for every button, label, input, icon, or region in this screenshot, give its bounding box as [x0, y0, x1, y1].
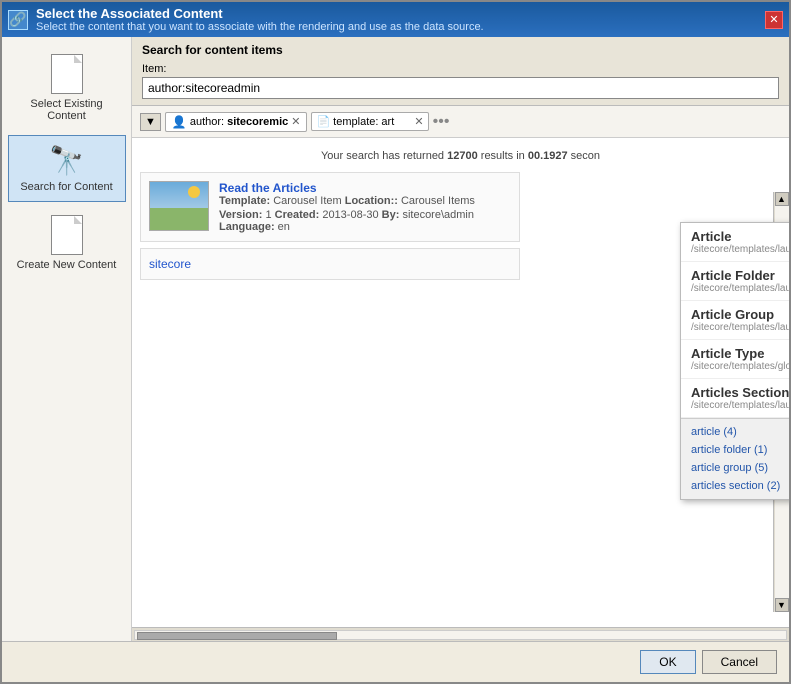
sidebar-item-label-create: Create New Content [17, 259, 117, 271]
ok-button[interactable]: OK [640, 650, 695, 674]
binoculars-icon: 🔭 [49, 144, 84, 177]
filter-dropdown-button[interactable]: ▼ [140, 113, 161, 131]
template-dropdown: Article /sitecore/templates/launch sitec… [680, 222, 789, 500]
main-panel: Search for content items Item: ▼ 👤 autho… [132, 37, 789, 641]
horizontal-scrollbar[interactable] [132, 627, 789, 641]
dropdown-item-articles-section[interactable]: Articles Section /sitecore/templates/lau… [681, 379, 789, 418]
dropdown-item-article-group[interactable]: Article Group /sitecore/templates/launch… [681, 301, 789, 340]
dropdown-item-article-folder[interactable]: Article Folder /sitecore/templates/launc… [681, 262, 789, 301]
main-window: 🔗 Select the Associated Content Select t… [0, 0, 791, 684]
dropdown-item-title-article-type: Article Type [691, 346, 789, 361]
create-new-icon [51, 215, 83, 255]
author-icon: 👤 [172, 115, 187, 129]
dropdown-item-title-article-folder: Article Folder [691, 268, 789, 283]
bottom-bar: OK Cancel [2, 641, 789, 682]
window-subtitle: Select the content that you want to asso… [36, 21, 757, 33]
results-summary: Your search has returned 12700 results i… [140, 150, 781, 162]
window-title: Select the Associated Content [36, 6, 757, 21]
summary-post: secon [568, 150, 600, 162]
sidebar-item-select-existing[interactable]: Select Existing Content [8, 45, 126, 131]
author-tag-close[interactable]: ✕ [291, 115, 300, 128]
dropdown-item-title-article: Article [691, 229, 789, 244]
thumb-ground [150, 208, 208, 230]
dropdown-item-path-article-folder: /sitecore/templates/launch si [691, 283, 789, 294]
scrollbar-thumb[interactable] [137, 632, 337, 640]
sidebar-item-label-select: Select Existing Content [13, 98, 121, 122]
author-value: sitecoremic [227, 116, 288, 128]
select-existing-icon [51, 54, 83, 94]
content-area: Select Existing Content 🔭 Search for Con… [2, 37, 789, 641]
dropdown-item-path-article-type: /sitecore/templates/global/se [691, 361, 789, 372]
result-title-link[interactable]: Read the Articles [219, 181, 317, 195]
result-thumbnail [149, 181, 209, 231]
scroll-down-arrow[interactable]: ▼ [775, 598, 789, 612]
more-options-dots: ••• [433, 113, 450, 131]
template-filter-tag: 📄 template: ✕ [311, 112, 428, 131]
thumb-sun [188, 186, 200, 198]
result-info: Read the Articles Template: Carousel Ite… [219, 181, 511, 233]
author-filter-tag: 👤 author: sitecoremic ✕ [165, 112, 308, 132]
scroll-up-arrow[interactable]: ▲ [775, 192, 789, 206]
dropdown-footer-article-folder[interactable]: article folder (1) [681, 441, 789, 459]
dropdown-footer-articles-section[interactable]: articles section (2) [681, 477, 789, 495]
summary-pre: Your search has returned [321, 150, 447, 162]
item-label: Item: [142, 63, 779, 75]
template-input[interactable] [381, 116, 411, 128]
dropdown-item-path-article-group: /sitecore/templates/launch si [691, 322, 789, 333]
sitecore-link[interactable]: sitecore [149, 257, 191, 271]
results-time: 00.1927 [528, 150, 568, 162]
dropdown-footer: article (4) article folder (1) article g… [681, 418, 789, 499]
dropdown-footer-article[interactable]: article (4) [681, 423, 789, 441]
sidebar-item-search-content[interactable]: 🔭 Search for Content [8, 135, 126, 202]
cancel-button[interactable]: Cancel [702, 650, 777, 674]
template-tag-close[interactable]: ✕ [414, 115, 423, 128]
result-meta-template: Template: Carousel Item Location:: Carou… [219, 195, 511, 207]
dropdown-footer-article-group[interactable]: article group (5) [681, 459, 789, 477]
dropdown-item-title-article-group: Article Group [691, 307, 789, 322]
results-count: 12700 [447, 150, 478, 162]
result-item-2: sitecore [140, 248, 520, 280]
sidebar-item-label-search: Search for Content [20, 181, 112, 193]
dropdown-item-title-articles-section: Articles Section [691, 385, 789, 400]
search-panel-title: Search for content items [142, 43, 779, 57]
dropdown-item-article[interactable]: Article /sitecore/templates/launch sitec… [681, 223, 789, 262]
result-meta-version: Version: 1 Created: 2013-08-30 By: sitec… [219, 209, 511, 233]
close-button[interactable]: ✕ [765, 11, 783, 29]
sidebar-item-create-new[interactable]: Create New Content [8, 206, 126, 280]
template-doc-icon: 📄 [316, 115, 330, 128]
search-header: Search for content items Item: [132, 37, 789, 106]
filter-bar: ▼ 👤 author: sitecoremic ✕ 📄 template: ✕ … [132, 106, 789, 138]
author-label: author: [190, 116, 224, 128]
template-label: template: [333, 116, 378, 128]
sidebar: Select Existing Content 🔭 Search for Con… [2, 37, 132, 641]
dropdown-item-path-articles-section: /sitecore/templates/launch si [691, 400, 789, 411]
search-input[interactable] [142, 77, 779, 99]
window-icon: 🔗 [8, 10, 28, 30]
scrollbar-track [134, 630, 787, 640]
dropdown-item-article-type[interactable]: Article Type /sitecore/templates/global/… [681, 340, 789, 379]
result-item: Read the Articles Template: Carousel Ite… [140, 172, 520, 242]
dropdown-item-path-article: /sitecore/templates/launch sitecore/a [691, 244, 789, 255]
title-bar: 🔗 Select the Associated Content Select t… [2, 2, 789, 37]
summary-mid: results in [478, 150, 528, 162]
